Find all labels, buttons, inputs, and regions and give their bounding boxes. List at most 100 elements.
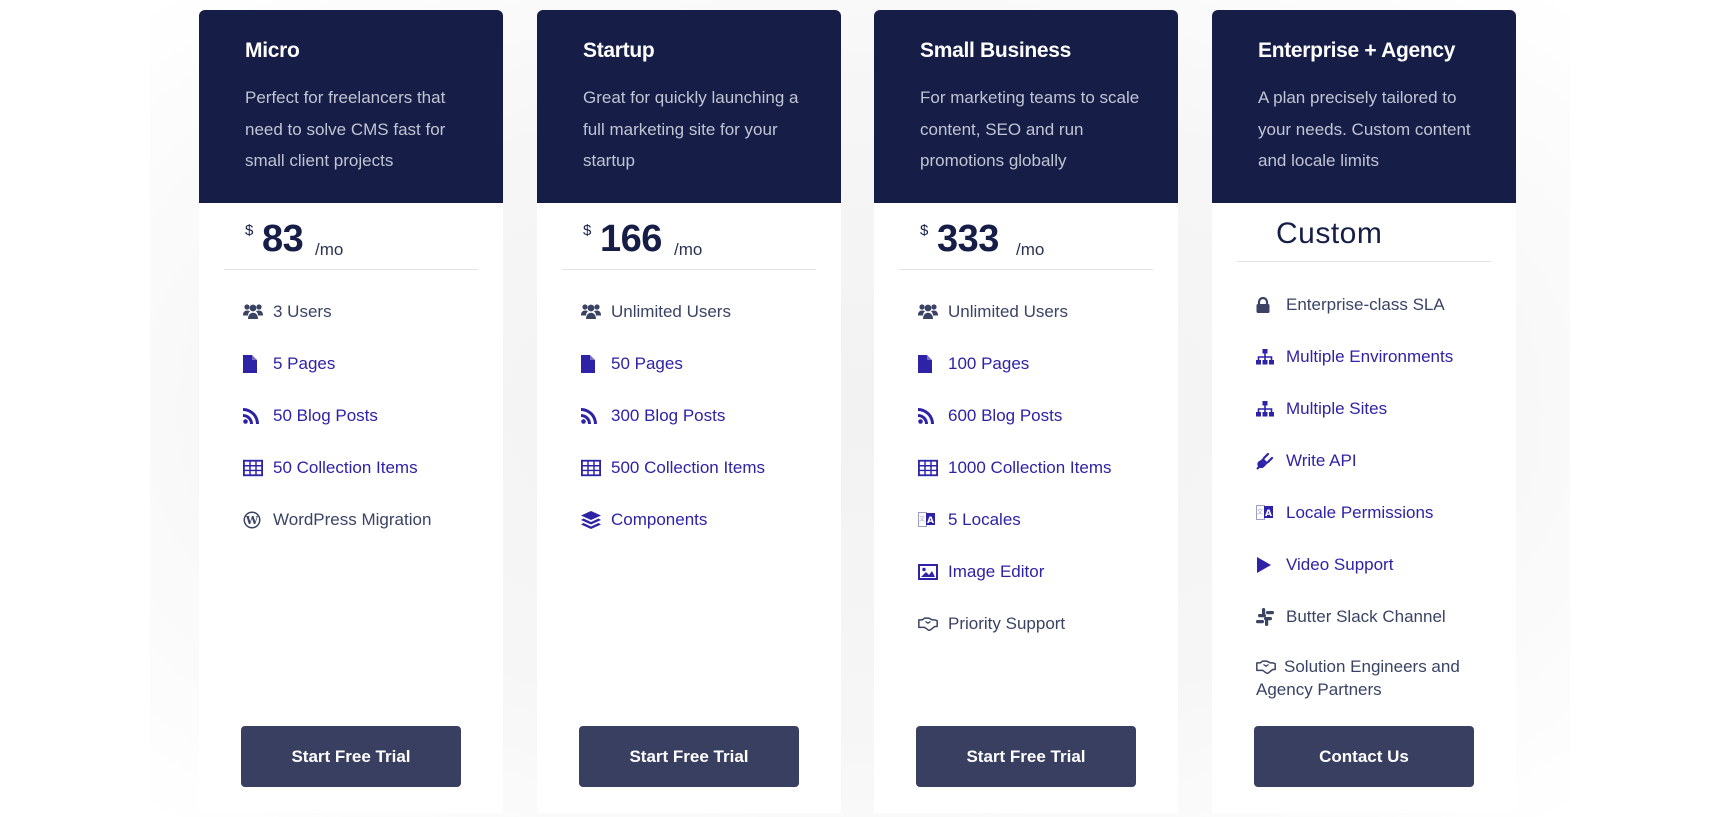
svg-text:A: A [1265,509,1272,519]
feature-label: Image Editor [948,562,1045,581]
svg-text:A: A [927,516,934,526]
price-period: /mo [674,240,703,259]
plan-header: Enterprise + Agency A plan precisely tai… [1212,10,1516,203]
feature-item: 50 Collection Items [243,456,493,480]
handshake-icon [918,614,938,634]
price-amount: 166 [600,218,662,260]
feature-item: 5 Pages [243,352,493,376]
price-divider [224,269,478,270]
feature-item: 600 Blog Posts [918,404,1168,428]
layers-icon [581,510,601,530]
plan-card-startup: Startup Great for quickly launching a fu… [537,10,841,813]
feature-item: Unlimited Users [918,300,1168,324]
feature-item: Components [581,508,831,532]
price-amount: 333 [937,218,999,260]
price-divider [1237,261,1491,262]
wordpress-icon: W [243,510,263,530]
image-icon [918,562,938,582]
feature-item: A文 5 Locales [918,508,1168,532]
plan-name: Enterprise + Agency [1258,39,1456,62]
plan-description: Great for quickly launching a full marke… [583,88,799,170]
feature-label: Priority Support [948,614,1066,633]
start-free-trial-button[interactable]: Start Free Trial [579,726,799,787]
price-currency: $ [583,222,592,239]
feature-item: Video Support [1256,553,1506,577]
feature-item: 50 Pages [581,352,831,376]
play-icon [1256,555,1276,575]
users-icon [243,302,263,322]
sitemap-icon [1256,399,1276,419]
feature-label: 50 Pages [611,354,683,373]
start-free-trial-button[interactable]: Start Free Trial [916,726,1136,787]
feature-item: Multiple Environments [1256,345,1506,369]
feature-item: 300 Blog Posts [581,404,831,428]
feature-item: Solution Engineers and Agency Partners [1256,655,1466,701]
price-currency: $ [245,222,254,239]
feature-item: 50 Blog Posts [243,404,493,428]
start-free-trial-button[interactable]: Start Free Trial [241,726,461,787]
plan-description: A plan precisely tailored to your needs.… [1258,88,1471,170]
table-icon [243,458,263,478]
feature-label: Solution Engineers and Agency Partners [1256,657,1460,699]
feature-item: 1000 Collection Items [918,456,1168,480]
plan-header: Micro Perfect for freelancers that need … [199,10,503,203]
feature-item: 100 Pages [918,352,1168,376]
feature-label: Multiple Sites [1286,399,1388,418]
feature-label: Locale Permissions [1286,503,1434,522]
translate-icon: A文 [918,510,938,530]
feature-label: 50 Blog Posts [273,406,378,425]
rss-icon [243,406,263,426]
users-icon [581,302,601,322]
price-currency: $ [920,222,929,239]
translate-icon: A文 [1256,503,1276,523]
feature-label: 5 Locales [948,510,1021,529]
feature-label: 100 Pages [948,354,1030,373]
plan-name: Micro [245,39,300,62]
file-icon [918,354,938,374]
contact-us-button[interactable]: Contact Us [1254,726,1474,787]
rss-icon [581,406,601,426]
feature-item: 500 Collection Items [581,456,831,480]
price-divider [899,269,1153,270]
table-icon [918,458,938,478]
feature-label: Components [611,510,708,529]
feature-label: 500 Collection Items [611,458,766,477]
feature-label: 3 Users [273,302,332,321]
price-period: /mo [315,240,344,259]
file-icon [243,354,263,374]
feature-label: Video Support [1286,555,1394,574]
feature-label: Write API [1286,451,1357,470]
users-icon [918,302,938,322]
price-amount: 83 [262,218,304,260]
feature-label: Multiple Environments [1286,347,1454,366]
custom-price: Custom [1276,217,1383,250]
plug-icon [1256,451,1276,471]
svg-text:文: 文 [919,515,925,523]
plan-card-micro: Micro Perfect for freelancers that need … [199,10,503,813]
price-divider [562,269,816,270]
feature-label: Enterprise-class SLA [1286,295,1445,314]
sitemap-icon [1256,347,1276,367]
feature-item: Image Editor [918,560,1168,584]
plan-name: Startup [583,39,655,62]
plan-header: Small Business For marketing teams to sc… [874,10,1178,203]
feature-item: Priority Support [918,612,1168,636]
feature-label: 5 Pages [273,354,336,373]
feature-label: Unlimited Users [611,302,731,321]
feature-item: W WordPress Migration [243,508,493,532]
feature-item: Multiple Sites [1256,397,1506,421]
handshake-icon [1256,657,1276,677]
price-period: /mo [1016,240,1045,259]
feature-label: Unlimited Users [948,302,1068,321]
svg-text:W: W [245,514,259,527]
file-icon [581,354,601,374]
feature-label: WordPress Migration [273,510,432,529]
feature-label: 600 Blog Posts [948,406,1063,425]
feature-item: Enterprise-class SLA [1256,293,1506,317]
feature-item: 3 Users [243,300,493,324]
feature-item: Butter Slack Channel [1256,605,1506,629]
plan-description: Perfect for freelancers that need to sol… [245,88,446,170]
lock-icon [1256,295,1276,315]
plan-description: For marketing teams to scale content, SE… [920,88,1140,170]
svg-text:文: 文 [1257,508,1263,516]
